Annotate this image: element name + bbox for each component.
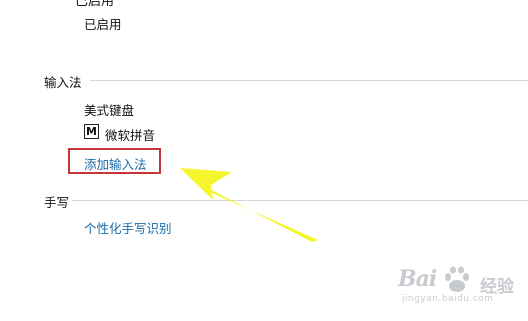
baidu-logo: Bai (398, 266, 437, 292)
highlight-box (68, 148, 161, 174)
enabled-status: 已启用 (84, 17, 122, 32)
input-method-section-title: 输入法 (44, 75, 82, 90)
input-method-item-us-keyboard[interactable]: 美式键盘 (84, 100, 134, 119)
personalize-handwriting-link[interactable]: 个性化手写识别 (84, 218, 172, 237)
arrow-head (180, 168, 232, 200)
cut-off-label: 已启用 (75, 0, 115, 9)
baidu-jingyan-watermark: Bai 经验 jingyan.baidu.com (398, 262, 518, 310)
section-divider (90, 80, 528, 81)
input-method-item-microsoft-pinyin[interactable]: 微软拼音 (105, 125, 155, 144)
watermark-url: jingyan.baidu.com (402, 294, 494, 304)
microsoft-pinyin-icon: M (84, 124, 99, 139)
section-divider (72, 200, 528, 201)
arrow-shaft (200, 178, 318, 242)
settings-page: 已启用 已启用 输入法 美式键盘 M 微软拼音 添加输入法 手写 个性化手写识别… (0, 0, 528, 321)
handwriting-section-title: 手写 (44, 195, 70, 210)
paw-icon (445, 266, 469, 292)
